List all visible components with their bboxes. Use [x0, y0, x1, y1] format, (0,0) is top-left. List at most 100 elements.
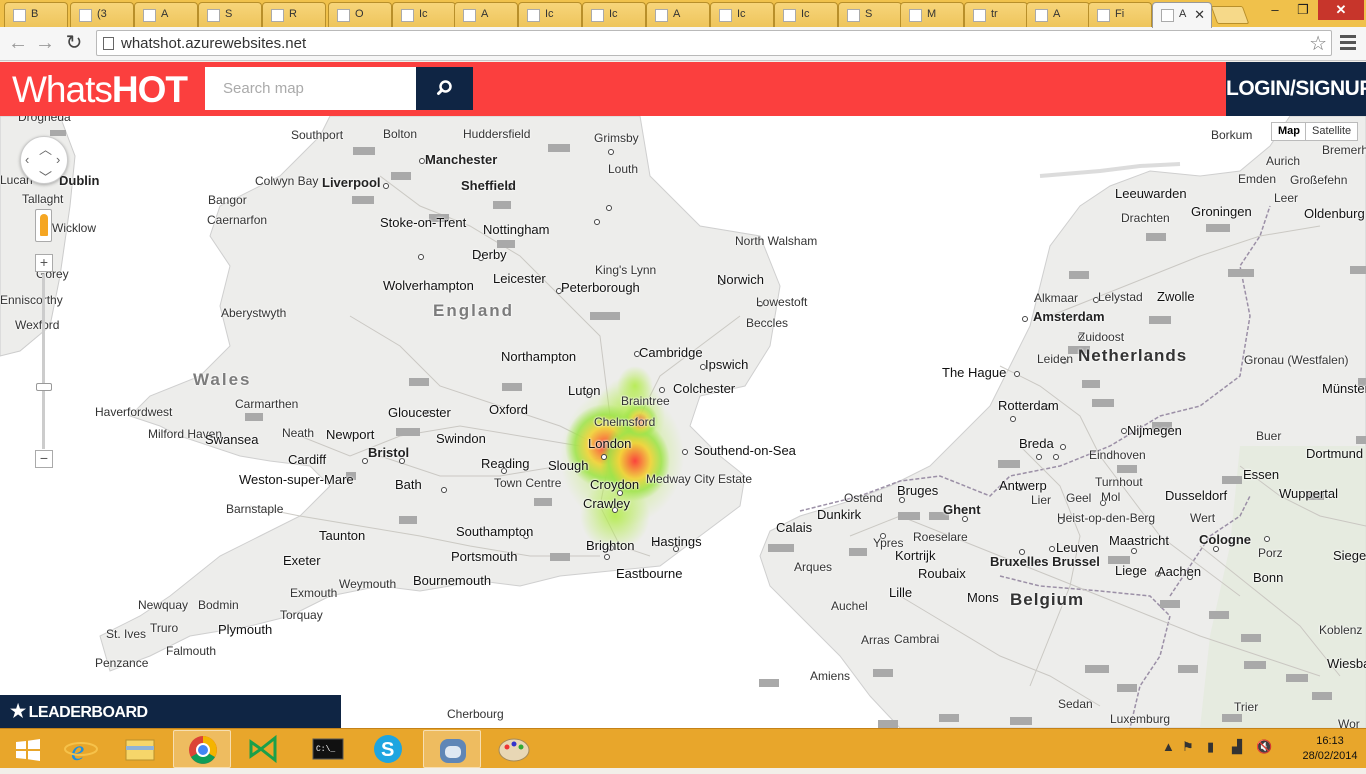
browser-tab[interactable]: Ic: [392, 2, 456, 27]
map-place-label: Peterborough: [561, 280, 640, 295]
map-place-label: Colchester: [673, 381, 736, 396]
browser-tab[interactable]: Fi: [1088, 2, 1152, 27]
browser-tab[interactable]: (3: [70, 2, 134, 27]
leaderboard-button[interactable]: ★ LEADERBOARD: [0, 695, 341, 728]
browser-tab[interactable]: B: [4, 2, 68, 27]
action-center-flag-icon[interactable]: ⚑: [1182, 739, 1194, 755]
cmd-taskbar-button[interactable]: C:\_: [299, 730, 357, 768]
address-bar[interactable]: whatshot.azurewebsites.net ☆: [96, 30, 1332, 56]
minimize-icon[interactable]: –: [1262, 0, 1288, 20]
skype-taskbar-button[interactable]: S: [359, 730, 417, 768]
map-place-label: Siege: [1333, 548, 1366, 563]
map-place-label: Geel: [1066, 491, 1092, 505]
browser-tab[interactable]: O: [328, 2, 392, 27]
pan-up-icon[interactable]: ︿: [39, 139, 52, 158]
map-place-label: Colwyn Bay: [255, 174, 319, 188]
tray-expand-icon[interactable]: ▲: [1162, 739, 1175, 754]
page-icon: [103, 37, 114, 50]
map-place-label: Zwolle: [1157, 289, 1195, 304]
map-place-label: Bremerh: [1322, 143, 1366, 157]
map-place-label: Luxemburg: [1110, 712, 1171, 726]
logo[interactable]: WhatsHOT: [12, 69, 188, 111]
map-place-label: Buer: [1256, 429, 1282, 443]
map-place-label: Enniscorthy: [0, 293, 63, 307]
star-icon: ★: [10, 701, 26, 721]
chrome-menu-icon[interactable]: [1340, 35, 1356, 53]
new-tab-button[interactable]: [1210, 6, 1250, 24]
browser-tab[interactable]: Ic: [710, 2, 774, 27]
system-clock[interactable]: 16:13 28/02/2014: [1300, 734, 1360, 764]
browser-tab[interactable]: A ✕: [1152, 2, 1212, 28]
map-place-label: Wicklow: [52, 221, 96, 235]
search-map-input[interactable]: [205, 67, 416, 110]
logo-light-text: Whats: [12, 69, 113, 110]
search-button[interactable]: [416, 67, 473, 110]
browser-tab[interactable]: R: [262, 2, 326, 27]
map-place-label: Bath: [395, 477, 422, 492]
network-icon[interactable]: ▟: [1232, 739, 1242, 755]
close-tab-icon[interactable]: ✕: [1194, 7, 1205, 23]
browser-tab[interactable]: M: [900, 2, 964, 27]
zoom-out-button[interactable]: −: [35, 450, 53, 468]
map-place-label: Braintree: [621, 394, 670, 408]
browser-tab[interactable]: Ic: [518, 2, 582, 27]
street-view-pegman-icon[interactable]: [35, 209, 52, 242]
map-canvas[interactable]: Southport Bolton Huddersfield Grimsby Manche…: [0, 116, 1366, 728]
browser-tab[interactable]: A: [1026, 2, 1090, 27]
browser-tab-label: O: [355, 8, 364, 20]
ie-taskbar-button[interactable]: e: [54, 730, 112, 768]
pan-right-icon[interactable]: ›: [56, 152, 60, 167]
zoom-slider-handle[interactable]: [36, 383, 52, 391]
zoom-slider-track[interactable]: [42, 274, 45, 449]
chrome-taskbar-button[interactable]: [173, 730, 231, 768]
browser-tab[interactable]: A: [454, 2, 518, 27]
forward-button[interactable]: →: [33, 32, 57, 56]
map-place-label: Portsmouth: [451, 549, 518, 564]
map-place-label: Dortmund: [1306, 446, 1364, 461]
map-place-label: Ipswich: [705, 357, 749, 372]
browser-tab[interactable]: A: [646, 2, 710, 27]
power-icon[interactable]: ▮: [1207, 739, 1214, 755]
reload-button[interactable]: ↻: [62, 32, 86, 56]
map-place-label: Slough: [548, 458, 589, 473]
browser-tab-label: Ic: [609, 8, 618, 20]
windows-taskbar: e C:\_ S ▲ ⚑ ▮ ▟ 🔇 16:13 28/02/2014: [0, 728, 1366, 768]
paint-icon: [498, 738, 530, 762]
pan-control[interactable]: ︿ ﹀ ‹ ›: [20, 136, 68, 186]
paint-taskbar-button[interactable]: [485, 730, 543, 768]
close-window-icon[interactable]: ✕: [1318, 0, 1364, 20]
map-place-label: Beccles: [746, 316, 789, 330]
map-place-label: Mons: [967, 590, 999, 605]
browser-tab[interactable]: tr: [964, 2, 1028, 27]
visual-studio-taskbar-button[interactable]: [235, 730, 293, 768]
back-button[interactable]: ←: [6, 32, 30, 56]
app-taskbar-button[interactable]: [423, 730, 481, 768]
map-type-satellite-button[interactable]: Satellite: [1305, 122, 1359, 141]
map-type-map-button[interactable]: Map: [1271, 122, 1307, 141]
browser-tab[interactable]: S: [198, 2, 262, 27]
page-icon: [783, 9, 796, 22]
ie-icon: e: [64, 734, 98, 767]
zoom-in-button[interactable]: +: [35, 254, 53, 272]
pan-down-icon[interactable]: ﹀: [39, 167, 52, 186]
browser-tab[interactable]: A: [134, 2, 198, 27]
twitter-icon: [79, 9, 92, 22]
volume-muted-icon[interactable]: 🔇: [1256, 739, 1272, 755]
map-place-label: Swansea: [205, 432, 259, 447]
map-place-label: Koblenz: [1319, 623, 1363, 637]
maximize-icon[interactable]: ❐: [1290, 0, 1316, 20]
browser-tab[interactable]: S: [838, 2, 902, 27]
login-signup-button[interactable]: LOGIN/SIGNUP: [1226, 62, 1366, 116]
browser-tab-label: A: [1053, 8, 1061, 20]
browser-tab-label: A: [1179, 8, 1187, 20]
pan-left-icon[interactable]: ‹: [25, 152, 29, 167]
file-explorer-taskbar-button[interactable]: [112, 730, 170, 768]
map-place-label: Turnhout: [1095, 475, 1143, 489]
svg-text:C:\_: C:\_: [316, 745, 335, 754]
map-place-label: Alkmaar: [1034, 291, 1079, 305]
map-place-label: St. Ives: [106, 627, 147, 641]
place-marker-dot: [441, 487, 447, 493]
bookmark-star-icon[interactable]: ☆: [1309, 31, 1327, 56]
browser-tab[interactable]: Ic: [582, 2, 646, 27]
browser-tab[interactable]: Ic: [774, 2, 838, 27]
